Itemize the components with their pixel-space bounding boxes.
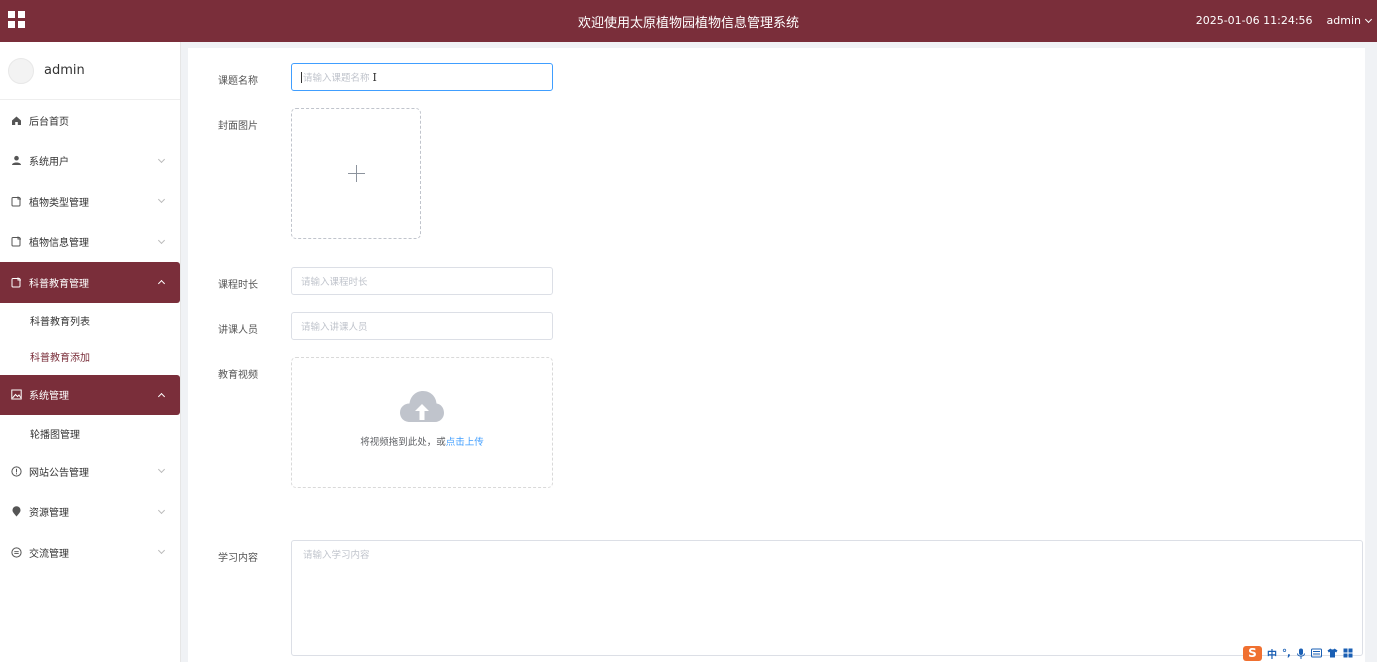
- image-icon: [11, 389, 22, 400]
- title-input[interactable]: 请输入课题名称 I: [291, 63, 553, 91]
- cover-label: 封面图片: [218, 121, 258, 132]
- apps-icon[interactable]: [1343, 648, 1353, 658]
- title-label: 课题名称: [218, 76, 258, 87]
- sidebar-item-home[interactable]: 后台首页: [0, 100, 180, 141]
- chevron-up-icon: [157, 279, 166, 288]
- sidebar-item-users[interactable]: 系统用户: [0, 141, 180, 182]
- cloud-upload-icon: [400, 390, 444, 422]
- content-label: 学习内容: [218, 553, 258, 564]
- sidebar-item-plant-info[interactable]: 植物信息管理: [0, 222, 180, 263]
- submenu-item-science-list[interactable]: 科普教育列表: [0, 303, 180, 339]
- content-placeholder: 请输入学习内容: [303, 550, 370, 561]
- ime-toolbar: S 中 °,: [1243, 644, 1353, 662]
- video-label: 教育视频: [218, 370, 258, 381]
- shirt-icon[interactable]: [1327, 648, 1338, 658]
- document-icon: [11, 196, 22, 207]
- chevron-down-icon: [157, 546, 166, 555]
- mic-icon[interactable]: [1296, 648, 1306, 659]
- sidebar-item-label: 后台首页: [29, 116, 69, 128]
- lecturer-label: 讲课人员: [218, 325, 258, 336]
- chevron-up-icon: [157, 392, 166, 400]
- duration-label: 课程时长: [218, 280, 258, 291]
- profile-name: admin: [44, 63, 85, 78]
- lecturer-placeholder: 请输入讲课人员: [301, 322, 368, 333]
- top-header: 欢迎使用太原植物园植物信息管理系统 2025-01-06 11:24:56 ad…: [0, 0, 1377, 42]
- sidebar-item-label: 网站公告管理: [29, 467, 89, 479]
- chevron-down-icon: [157, 465, 166, 474]
- sidebar-menu: 后台首页 系统用户 植物类型管理 植物信息管理 科普教育管理 科普教育列表 科普…: [0, 100, 180, 573]
- chevron-down-icon: [157, 236, 166, 244]
- plus-icon: [347, 165, 365, 182]
- text-cursor: [301, 71, 302, 83]
- submenu-item-carousel[interactable]: 轮播图管理: [0, 415, 180, 451]
- user-dropdown[interactable]: admin: [1326, 14, 1373, 27]
- sidebar-item-science-education[interactable]: 科普教育管理: [0, 262, 180, 303]
- duration-placeholder: 请输入课程时长: [301, 277, 368, 288]
- user-name: admin: [1326, 14, 1361, 27]
- sidebar-item-resources[interactable]: 资源管理: [0, 492, 180, 533]
- video-upload-hint: 将视频拖到此处，或点击上传: [360, 434, 484, 448]
- sidebar-item-label: 系统管理: [29, 391, 69, 403]
- page-scrollbar[interactable]: [1365, 48, 1377, 662]
- sidebar-item-label: 系统用户: [29, 157, 69, 169]
- system-title: 欢迎使用太原植物园植物信息管理系统: [577, 16, 799, 31]
- duration-input[interactable]: 请输入课程时长: [291, 267, 553, 295]
- sidebar-item-plant-types[interactable]: 植物类型管理: [0, 181, 180, 222]
- document-icon: [11, 236, 22, 247]
- sidebar-item-exchange[interactable]: 交流管理: [0, 532, 180, 573]
- video-upload-dropzone[interactable]: 将视频拖到此处，或点击上传: [291, 357, 553, 488]
- main-content: 课题名称 请输入课题名称 I 封面图片 课程时长 请输入课程时长 讲课人员 请输…: [188, 48, 1377, 662]
- document-icon: [11, 277, 22, 288]
- chevron-down-icon: [1364, 15, 1373, 23]
- sidebar-item-label: 植物类型管理: [29, 197, 89, 209]
- info-icon: [11, 466, 22, 477]
- sidebar-item-label: 植物信息管理: [29, 238, 89, 250]
- cover-upload[interactable]: [291, 108, 421, 239]
- chevron-down-icon: [157, 155, 166, 163]
- location-icon: [11, 506, 22, 517]
- sidebar-item-label: 科普教育管理: [29, 278, 89, 290]
- content-textarea[interactable]: 请输入学习内容: [291, 540, 1363, 656]
- sidebar-item-label: 资源管理: [29, 508, 69, 520]
- title-placeholder: 请输入课题名称: [303, 73, 370, 84]
- video-hint-text: 将视频拖到此处，或: [360, 436, 446, 448]
- sidebar-item-system[interactable]: 系统管理: [0, 374, 180, 415]
- sidebar: admin 后台首页 系统用户 植物类型管理 植物信息管理 科普教育管理 科普教…: [0, 42, 181, 662]
- datetime-display: 2025-01-06 11:24:56: [1195, 14, 1313, 27]
- ibeam-cursor-icon: I: [372, 70, 377, 84]
- profile: admin: [0, 42, 180, 100]
- chevron-down-icon: [157, 506, 166, 514]
- header-right: 2025-01-06 11:24:56 admin: [1195, 14, 1373, 27]
- user-icon: [11, 155, 22, 166]
- ime-lang-toggle[interactable]: 中: [1267, 646, 1277, 661]
- home-icon: [11, 115, 22, 126]
- keyboard-icon[interactable]: [1310, 648, 1322, 658]
- chevron-down-icon: [157, 195, 166, 204]
- lecturer-input[interactable]: 请输入讲课人员: [291, 312, 553, 340]
- ime-logo[interactable]: S: [1243, 645, 1262, 661]
- sidebar-item-label: 交流管理: [29, 548, 69, 560]
- ime-punct-toggle[interactable]: °,: [1282, 648, 1291, 659]
- video-upload-link[interactable]: 点击上传: [446, 437, 484, 448]
- avatar: [8, 57, 34, 84]
- chat-icon: [11, 547, 22, 558]
- submenu-item-science-add[interactable]: 科普教育添加: [0, 339, 180, 375]
- sidebar-item-announcements[interactable]: 网站公告管理: [0, 451, 180, 492]
